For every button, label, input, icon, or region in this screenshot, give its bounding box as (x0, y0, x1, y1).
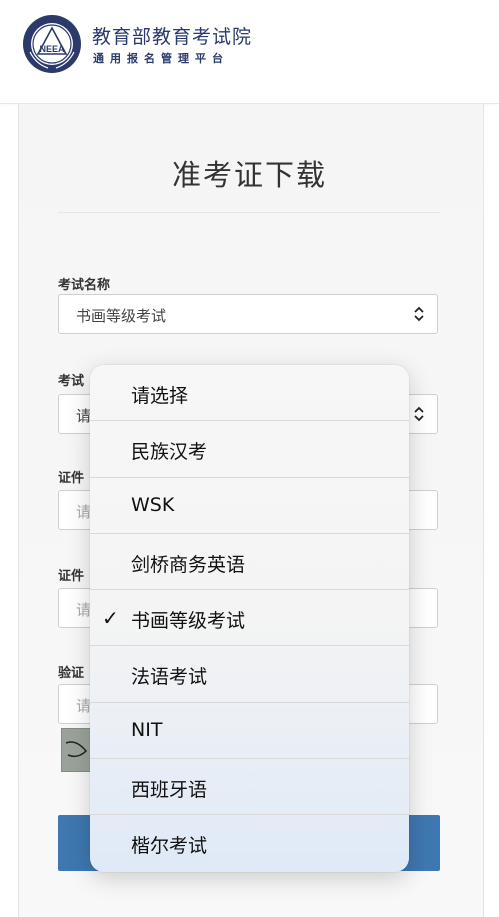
option-label: 剑桥商务英语 (131, 553, 246, 576)
exam-name-select[interactable]: 书画等级考试 (58, 294, 438, 334)
option-label: NIT (131, 718, 163, 741)
title-divider (58, 212, 440, 213)
option-label: 请选择 (131, 385, 189, 407)
option-label: 西班牙语 (131, 779, 208, 802)
page-title: 准考证下载 (171, 158, 327, 192)
org-subtitle: 通用报名管理平台 (93, 52, 229, 65)
option-label: 书画等级考试 (131, 610, 246, 633)
org-title: 教育部教育考试院 (92, 26, 253, 48)
exam-session-label: 考试 (58, 374, 85, 389)
select-arrows-icon (414, 406, 424, 422)
option-label: 法语考试 (131, 666, 208, 689)
exam-name-dropdown[interactable]: 请选择 民族汉考 WSK 剑桥商务英语 ✓ 书画等级考试 法语考试 NIT 西班… (90, 365, 409, 872)
captcha-image[interactable] (61, 728, 93, 772)
dropdown-option[interactable]: 西班牙语 (90, 759, 409, 816)
dropdown-option[interactable]: NIT (90, 703, 409, 760)
id-type-label: 证件 (58, 471, 85, 486)
dropdown-option[interactable]: 民族汉考 (90, 421, 409, 478)
dropdown-option[interactable]: WSK (90, 478, 409, 534)
captcha-glyph-icon (65, 741, 88, 758)
checkmark-icon: ✓ (102, 606, 119, 631)
exam-session-placeholder: 请 (76, 407, 92, 425)
exam-name-value: 书画等级考试 (76, 307, 167, 325)
dropdown-option[interactable]: 楷尔考试 (90, 815, 409, 871)
id-number-placeholder: 请 (76, 601, 92, 619)
captcha-label: 验证 (58, 666, 85, 681)
captcha-placeholder: 请 (76, 697, 92, 715)
svg-text:NEEA: NEEA (39, 44, 65, 54)
id-type-placeholder: 请 (76, 503, 92, 521)
site-header: NEEA 教育部教育考试院 通用报名管理平台 (0, 0, 499, 104)
dropdown-option[interactable]: 剑桥商务英语 (90, 534, 409, 591)
id-number-label: 证件 (58, 569, 85, 584)
option-label: WSK (131, 493, 175, 516)
option-label: 民族汉考 (131, 441, 208, 464)
dropdown-option-selected[interactable]: ✓ 书画等级考试 (90, 590, 409, 647)
select-arrows-icon (414, 306, 424, 322)
option-label: 楷尔考试 (131, 835, 208, 858)
dropdown-option[interactable]: 法语考试 (90, 646, 409, 703)
neea-logo-icon: NEEA (23, 15, 81, 73)
exam-name-label: 考试名称 (58, 278, 111, 293)
dropdown-option[interactable]: 请选择 (90, 365, 409, 422)
